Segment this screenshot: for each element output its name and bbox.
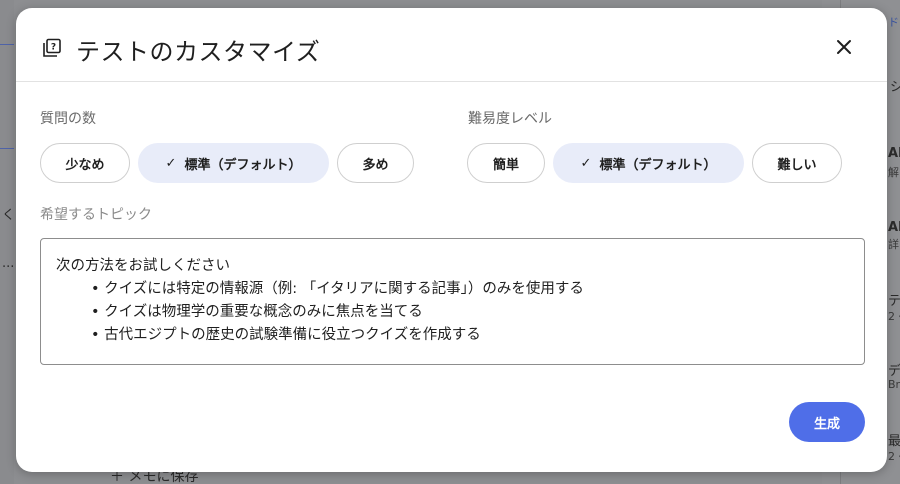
chip-label: 標準（デフォルト）: [599, 157, 717, 173]
background-text: デ: [888, 364, 900, 379]
background-text: 最: [888, 434, 900, 449]
chip-label: 標準（デフォルト）: [184, 157, 302, 173]
background-text: 解: [888, 166, 899, 179]
svg-text:?: ?: [51, 43, 56, 53]
check-icon: ✓: [165, 155, 177, 171]
background-divider: [0, 148, 14, 149]
quiz-icon: ?: [42, 38, 62, 58]
customize-quiz-dialog: ? テストのカスタマイズ 質問の数 少なめ ✓ 標準（デフォルト） 多め 難易度…: [16, 8, 887, 472]
chip-label: 少なめ: [65, 157, 105, 173]
topic-intro: 次の方法をお試しください: [56, 258, 230, 274]
background-text: 2・: [888, 310, 900, 323]
close-icon: [836, 39, 852, 59]
close-button[interactable]: [830, 35, 858, 63]
question-count-label: 質問の数: [40, 111, 96, 127]
background-text: ド: [888, 16, 899, 29]
check-icon: ✓: [580, 155, 592, 171]
topic-example: • クイズには特定の情報源（例: 「イタリアに関する記事」）のみを使用する: [91, 281, 584, 297]
topic-label: 希望するトピック: [40, 207, 152, 223]
background-text: Br: [888, 378, 900, 391]
question-count-more-chip[interactable]: 多め: [337, 143, 414, 183]
difficulty-hard-chip[interactable]: 難しい: [752, 143, 842, 183]
difficulty-standard-chip[interactable]: ✓ 標準（デフォルト）: [553, 143, 744, 183]
topic-textarea[interactable]: 次の方法をお試しください • クイズには特定の情報源（例: 「イタリアに関する記…: [40, 238, 865, 365]
chip-label: 多め: [362, 157, 389, 173]
chip-label: 簡単: [492, 157, 519, 173]
background-text: AI: [888, 146, 900, 161]
difficulty-label: 難易度レベル: [468, 111, 552, 127]
chip-label: 難しい: [777, 157, 817, 173]
background-text: AI: [888, 220, 900, 235]
background-divider: [0, 44, 14, 45]
question-count-fewer-chip[interactable]: 少なめ: [40, 143, 130, 183]
topic-example: • クイズは物理学の重要な概念のみに焦点を当てる: [91, 304, 423, 320]
difficulty-easy-chip[interactable]: 簡単: [467, 143, 545, 183]
generate-button[interactable]: 生成: [789, 402, 865, 442]
topic-example: • 古代エジプトの歴史の試験準備に役立つクイズを作成する: [91, 327, 481, 343]
background-text: シ: [890, 80, 900, 95]
background-text: テ: [888, 294, 900, 309]
background-text: 詳: [888, 238, 899, 251]
question-count-standard-chip[interactable]: ✓ 標準（デフォルト）: [138, 143, 329, 183]
background-text: ...: [2, 256, 15, 271]
dialog-header: ? テストのカスタマイズ: [16, 8, 887, 82]
background-text: 2・: [888, 450, 900, 463]
dialog-title: テストのカスタマイズ: [76, 38, 321, 66]
background-left-panel: [0, 0, 14, 484]
